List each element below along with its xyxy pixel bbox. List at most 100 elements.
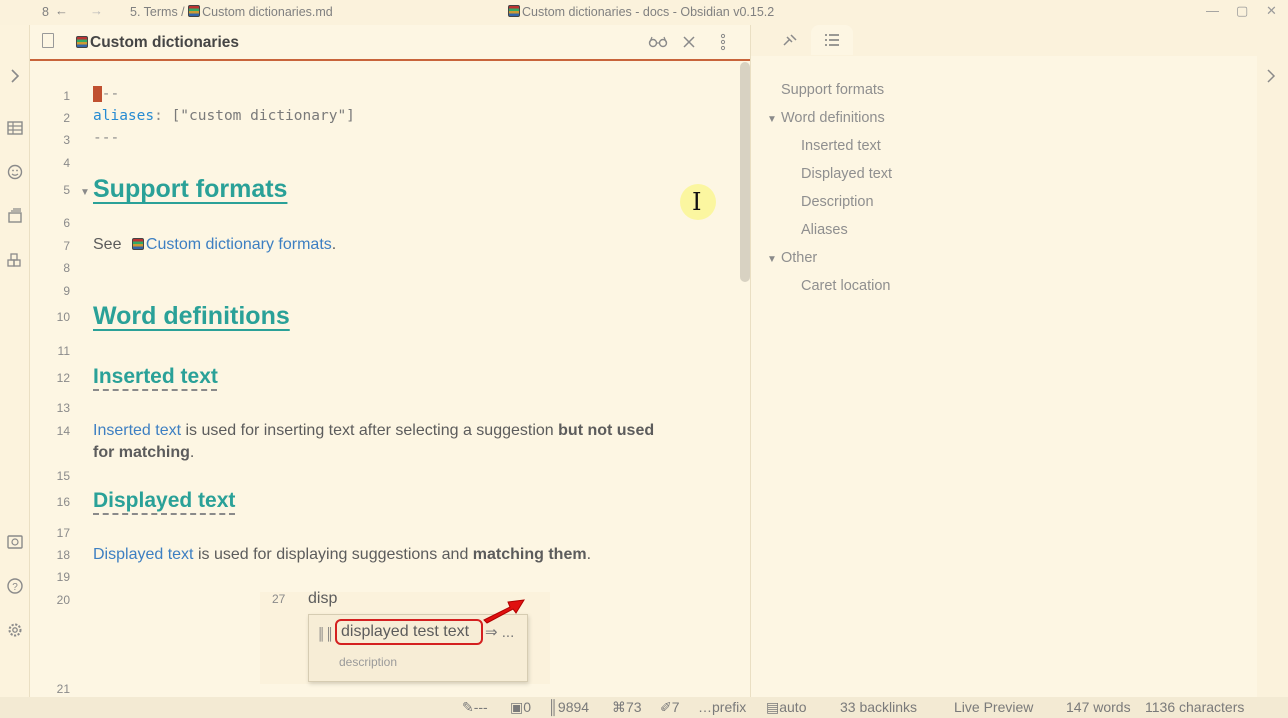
books-icon (188, 5, 201, 17)
collapse-arrow-icon[interactable]: ▼ (767, 114, 777, 125)
backlinks-icon (783, 34, 797, 46)
line-number: 13 (56, 401, 70, 415)
breadcrumb-folder[interactable]: 5. Terms / (130, 5, 185, 19)
breadcrumb-file[interactable]: Custom dictionaries.md (202, 5, 333, 19)
line-number: 15 (56, 469, 70, 483)
smiley-icon[interactable] (6, 163, 24, 181)
status-index[interactable]: ║9894 (548, 699, 589, 715)
cards-icon[interactable] (6, 207, 24, 225)
line-number: 19 (56, 570, 70, 584)
demo-suggestion: displayed test text (335, 619, 483, 645)
see-line[interactable]: See Custom dictionary formats. (93, 236, 336, 254)
inserted-paragraph-cont[interactable]: for matching. (93, 444, 194, 462)
minimize-icon[interactable]: — (1206, 3, 1219, 18)
internal-link[interactable]: Custom dictionary formats (146, 236, 332, 253)
frontmatter-open[interactable]: ------ (93, 86, 119, 102)
history-count: 8 (42, 5, 49, 19)
internal-link[interactable]: Displayed text (93, 546, 194, 563)
text-cursor-icon: I (692, 188, 702, 216)
frontmatter-aliases[interactable]: aliases: ["custom dictionary"] (93, 108, 355, 124)
line-number: 12 (56, 371, 70, 385)
document-icon[interactable] (42, 33, 54, 48)
frontmatter-close[interactable]: --- (93, 130, 119, 146)
more-options-icon[interactable] (720, 33, 726, 51)
heading-support-formats[interactable]: Support formats (93, 175, 287, 204)
books-icon (131, 238, 144, 250)
outline-item[interactable]: Inserted text (801, 138, 881, 154)
tab-outline[interactable] (811, 25, 853, 55)
line-number: 2 (63, 111, 70, 125)
close-window-icon[interactable]: ✕ (1266, 3, 1277, 19)
frontmatter-value: ["custom dictionary"] (162, 108, 355, 124)
editor-scrollbar[interactable] (740, 62, 750, 282)
line-number: 9 (63, 284, 70, 298)
outline-item[interactable]: Other (781, 250, 817, 266)
svg-text:?: ? (12, 582, 18, 593)
back-arrow-icon[interactable]: ← (55, 3, 68, 18)
status-match-strategy[interactable]: …prefix (698, 699, 746, 715)
outline-item[interactable]: Support formats (781, 82, 884, 98)
status-char-count: 1136 characters (1145, 699, 1245, 715)
status-editor-mode[interactable]: Live Preview (954, 699, 1033, 715)
reading-view-icon[interactable] (648, 35, 668, 49)
displayed-paragraph[interactable]: Displayed text is used for displaying su… (93, 546, 591, 564)
status-bar: ✎--- ▣0 ║9894 ⌘73 ✐7 …prefix ▤auto 33 ba… (0, 697, 1288, 718)
status-backlinks[interactable]: 33 backlinks (840, 699, 917, 715)
demo-suggestion-popup: ║║ displayed test text ⇒ ... description (308, 614, 528, 682)
outline-item[interactable]: Word definitions (781, 110, 885, 126)
status-suggestions[interactable]: ✐7 (660, 699, 680, 716)
red-arrow-icon (483, 599, 525, 624)
line-number: 14 (56, 424, 70, 438)
settings-gear-icon[interactable] (6, 621, 24, 639)
frontmatter-key: aliases (93, 108, 155, 124)
internal-link[interactable]: Inserted text (93, 422, 181, 439)
blocks-icon[interactable] (6, 251, 24, 269)
outline-item[interactable]: Displayed text (801, 166, 892, 182)
heading-word-definitions[interactable]: Word definitions (93, 302, 290, 331)
help-icon[interactable]: ? (6, 577, 24, 595)
heading-displayed-text[interactable]: Displayed text (93, 489, 235, 513)
window-title: Custom dictionaries - docs - Obsidian v0… (508, 5, 774, 19)
view-title[interactable]: Custom dictionaries (76, 34, 239, 52)
line-number: 6 (63, 216, 70, 230)
fold-arrow-icon[interactable]: ▼ (80, 187, 90, 198)
forward-arrow-icon[interactable]: → (90, 3, 103, 18)
line-number: 3 (63, 133, 70, 147)
expand-sidebar-icon[interactable] (6, 67, 24, 85)
library-icon: ║║ (317, 627, 335, 641)
expand-right-sidebar-icon[interactable] (1265, 67, 1277, 85)
line-number: 11 (57, 344, 70, 358)
line-number: 1 (63, 89, 70, 103)
collapse-arrow-icon[interactable]: ▼ (767, 254, 777, 265)
outline-item[interactable]: Aliases (801, 222, 848, 238)
line-number: 4 (63, 156, 70, 170)
breadcrumb: 5. Terms / Custom dictionaries.md (130, 5, 333, 19)
left-ribbon: ? (0, 25, 30, 697)
right-sidebar: Support formats ▼ Word definitions Inser… (750, 25, 1288, 697)
maximize-icon[interactable]: ▢ (1236, 3, 1248, 19)
line-number: 10 (56, 310, 70, 324)
title-bar: 8 ← → 5. Terms / Custom dictionaries.md … (0, 0, 1288, 25)
inserted-paragraph[interactable]: Inserted text is used for inserting text… (93, 422, 654, 440)
line-number: 16 (56, 495, 70, 509)
status-properties[interactable]: ✎--- (462, 699, 488, 716)
status-counter[interactable]: ▣0 (510, 699, 531, 716)
status-complement[interactable]: ▤auto (766, 699, 806, 716)
outline-item[interactable]: Caret location (801, 278, 890, 294)
close-icon[interactable] (682, 35, 696, 49)
line-number: 20 (56, 593, 70, 607)
books-icon (76, 36, 88, 48)
demo-line-number: 27 (272, 592, 286, 606)
status-shortcut[interactable]: ⌘73 (612, 699, 642, 716)
table-icon[interactable] (6, 119, 24, 137)
line-number: 18 (56, 548, 70, 562)
status-word-count: 147 words (1066, 699, 1131, 715)
demo-typed-text: disp (308, 590, 338, 607)
vault-icon[interactable] (6, 533, 24, 551)
line-number: 5 (63, 183, 70, 197)
heading-inserted-text[interactable]: Inserted text (93, 365, 218, 389)
line-number: 7 (63, 239, 70, 253)
outline-item[interactable]: Description (801, 194, 874, 210)
books-icon (508, 5, 520, 17)
line-number: 17 (56, 526, 70, 540)
